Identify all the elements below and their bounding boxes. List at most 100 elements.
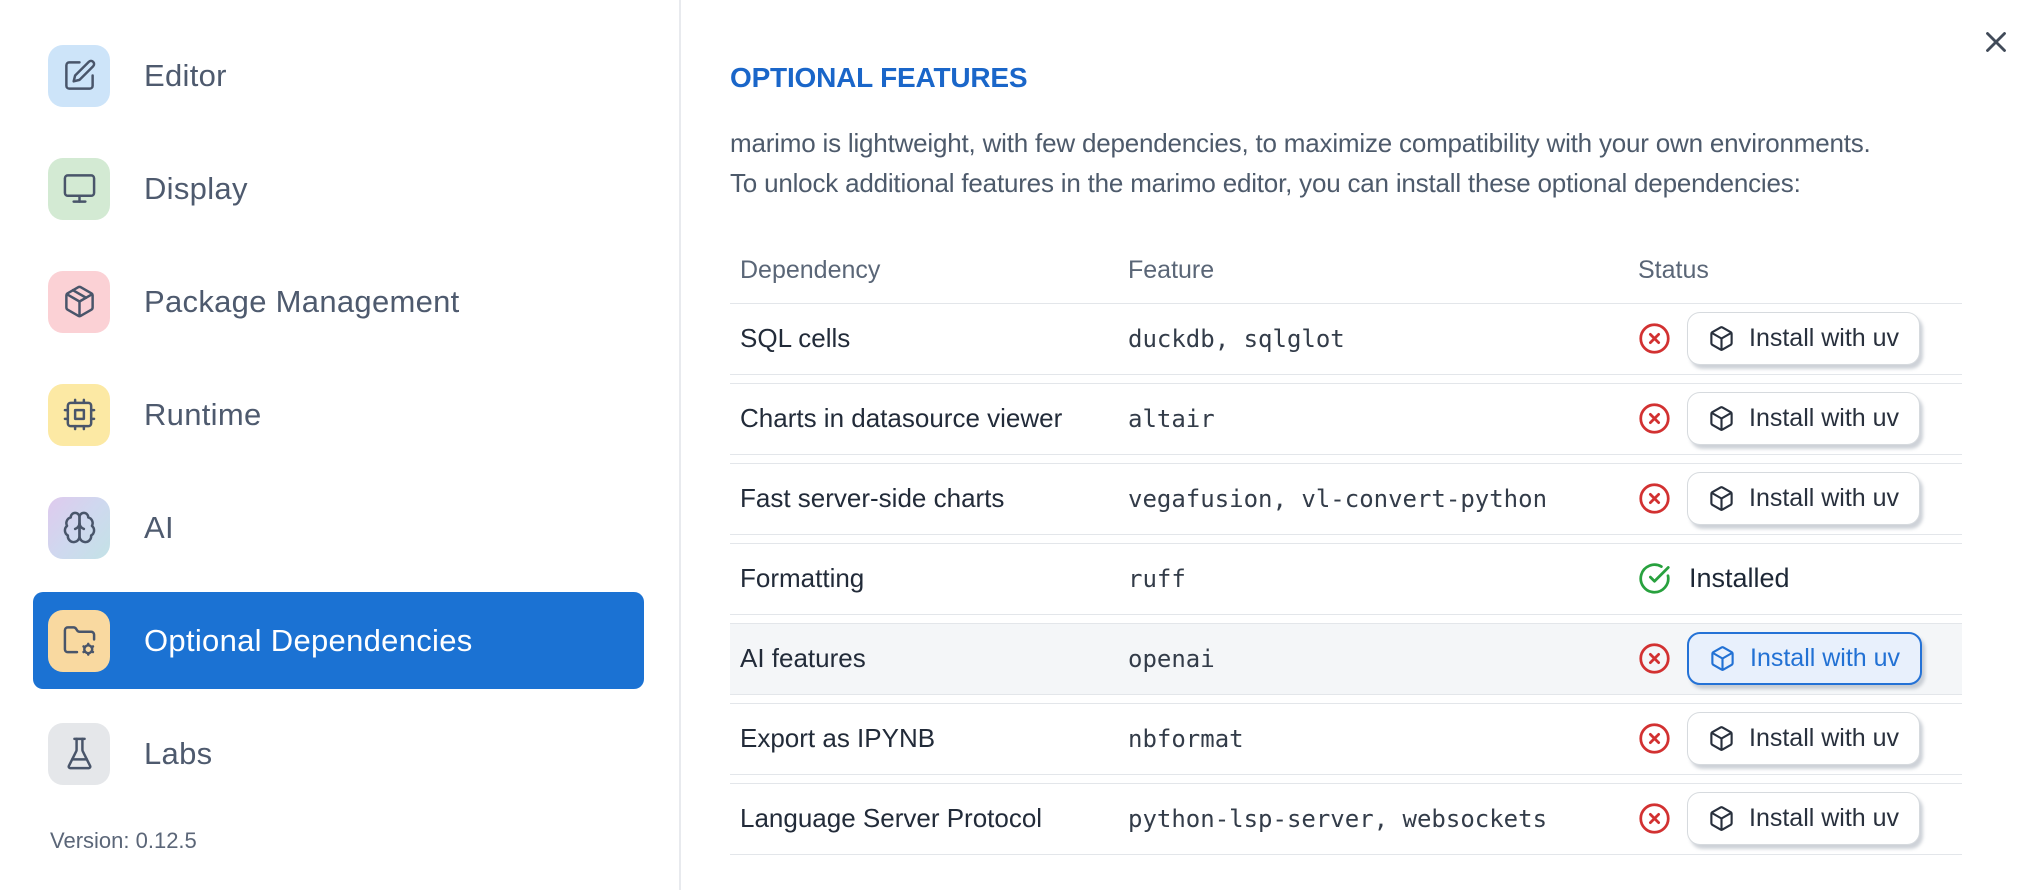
status-not-installed-icon bbox=[1638, 402, 1671, 435]
sidebar-item-label: AI bbox=[144, 509, 174, 545]
square-pen-icon bbox=[64, 59, 95, 90]
sidebar-item-label: Optional Dependencies bbox=[144, 622, 473, 658]
install-with-uv-button[interactable]: Install with uv bbox=[1687, 312, 1921, 366]
table-body: SQL cells duckdb, sqlglot Install with u… bbox=[730, 302, 1962, 855]
table-row: Formatting ruff Installed bbox=[730, 542, 1962, 615]
status-not-installed-icon bbox=[1638, 802, 1671, 835]
box-icon bbox=[1710, 726, 1733, 752]
install-button-label: Install with uv bbox=[1749, 404, 1900, 433]
table-row: Export as IPYNB nbformat Install with uv bbox=[730, 702, 1962, 775]
dependency-cell: AI features bbox=[740, 643, 866, 674]
sidebar-item-runtime[interactable]: Runtime bbox=[33, 366, 644, 463]
status-cell: Install with uv bbox=[1638, 312, 1962, 366]
dependency-cell: Formatting bbox=[740, 563, 865, 594]
circle-x-icon bbox=[1639, 803, 1670, 834]
sidebar-item-labs[interactable]: Labs bbox=[33, 705, 644, 802]
circle-x-icon bbox=[1639, 643, 1670, 674]
sidebar-item-label: Package Management bbox=[144, 283, 460, 319]
monitor-icon-container bbox=[48, 157, 110, 220]
close-icon[interactable] bbox=[1978, 24, 2014, 60]
circle-x-icon bbox=[1639, 323, 1670, 354]
sidebar-item-editor[interactable]: Editor bbox=[33, 27, 644, 124]
install-button-label: Install with uv bbox=[1750, 644, 1901, 673]
install-with-uv-button[interactable]: Install with uv bbox=[1687, 632, 1923, 686]
sidebar-item-display[interactable]: Display bbox=[33, 140, 644, 237]
feature-cell: python-lsp-server, websockets bbox=[1128, 804, 1548, 833]
status-installed-icon bbox=[1638, 562, 1671, 595]
install-button-label: Install with uv bbox=[1749, 724, 1900, 753]
package-icon bbox=[64, 285, 94, 318]
dependency-cell: Charts in datasource viewer bbox=[740, 403, 1063, 434]
sidebar-item-label: Display bbox=[144, 170, 248, 206]
circle-x-icon bbox=[1639, 723, 1670, 754]
table-row: Fast server-side charts vegafusion, vl-c… bbox=[730, 462, 1962, 535]
feature-cell: altair bbox=[1128, 404, 1215, 433]
feature-cell: openai bbox=[1128, 644, 1215, 673]
sidebar-item-ai[interactable]: AI bbox=[33, 479, 644, 576]
dependencies-table: Dependency Feature Status SQL cells duck… bbox=[730, 239, 1962, 855]
monitor-icon bbox=[63, 174, 95, 203]
sidebar-item-label: Runtime bbox=[144, 396, 262, 432]
feature-cell: nbformat bbox=[1128, 724, 1244, 753]
install-with-uv-button[interactable]: Install with uv bbox=[1687, 792, 1921, 846]
box-icon bbox=[1711, 646, 1734, 672]
column-header-feature: Feature bbox=[1128, 256, 1215, 285]
cpu-icon bbox=[63, 398, 95, 431]
sidebar-item-optional-dependencies[interactable]: Optional Dependencies bbox=[33, 592, 644, 689]
table-row: Language Server Protocol python-lsp-serv… bbox=[730, 782, 1962, 855]
settings-sidebar: Editor Display Package Management Runtim… bbox=[0, 0, 681, 890]
brain-icon-container bbox=[48, 496, 110, 559]
square-pen-icon-container bbox=[48, 44, 110, 107]
version-label: Version: 0.12.5 bbox=[50, 828, 197, 853]
status-not-installed-icon bbox=[1638, 482, 1671, 515]
install-with-uv-button[interactable]: Install with uv bbox=[1687, 712, 1921, 766]
sidebar-item-package-management[interactable]: Package Management bbox=[33, 253, 644, 350]
feature-cell: vegafusion, vl-convert-python bbox=[1128, 484, 1548, 513]
install-button-label: Install with uv bbox=[1749, 484, 1900, 513]
table-row: SQL cells duckdb, sqlglot Install with u… bbox=[730, 302, 1962, 375]
status-cell: Installed bbox=[1638, 562, 1962, 595]
circle-check-icon bbox=[1639, 563, 1670, 594]
box-icon bbox=[1710, 406, 1733, 432]
feature-cell: duckdb, sqlglot bbox=[1128, 324, 1345, 353]
box-icon bbox=[1710, 326, 1733, 352]
install-with-uv-button[interactable]: Install with uv bbox=[1687, 472, 1921, 526]
install-with-uv-button[interactable]: Install with uv bbox=[1687, 392, 1921, 446]
flask-icon-container bbox=[48, 722, 110, 785]
cpu-icon-container bbox=[48, 383, 110, 446]
column-header-dependency: Dependency bbox=[740, 256, 881, 285]
package-icon-container bbox=[48, 270, 110, 333]
dependency-cell: SQL cells bbox=[740, 323, 851, 354]
install-button-label: Install with uv bbox=[1749, 804, 1900, 833]
box-icon bbox=[1710, 486, 1733, 512]
status-cell: Install with uv bbox=[1638, 472, 1962, 526]
folder-cog-icon bbox=[63, 626, 95, 656]
circle-x-icon bbox=[1639, 483, 1670, 514]
brain-icon bbox=[63, 511, 95, 544]
optional-features-panel: OPTIONAL FEATURES marimo is lightweight,… bbox=[682, 0, 2042, 890]
status-not-installed-icon bbox=[1638, 722, 1671, 755]
sidebar-item-label: Editor bbox=[144, 57, 227, 93]
feature-cell: ruff bbox=[1128, 564, 1186, 593]
status-cell: Install with uv bbox=[1638, 712, 1962, 766]
dependency-cell: Export as IPYNB bbox=[740, 723, 936, 754]
table-row: AI features openai Install with uv bbox=[730, 622, 1962, 695]
flask-icon bbox=[67, 737, 91, 770]
table-row: Charts in datasource viewer altair Insta… bbox=[730, 382, 1962, 455]
optional-dependencies-settings-dialog: { "sidebar": { "items": [ {"label": "Edi… bbox=[0, 0, 2042, 890]
status-cell: Install with uv bbox=[1638, 792, 1962, 846]
sidebar-nav-list: Editor Display Package Management Runtim… bbox=[0, 27, 679, 802]
installed-label: Installed bbox=[1689, 563, 1790, 594]
description-line-1: marimo is lightweight, with few dependen… bbox=[730, 127, 1871, 158]
box-icon bbox=[1710, 806, 1733, 832]
sidebar-item-label: Labs bbox=[144, 735, 213, 771]
circle-x-icon bbox=[1639, 403, 1670, 434]
dependency-cell: Language Server Protocol bbox=[740, 803, 1043, 834]
column-header-status: Status bbox=[1638, 256, 1709, 285]
panel-description: marimo is lightweight, with few dependen… bbox=[730, 123, 1962, 203]
dependency-cell: Fast server-side charts bbox=[740, 483, 1005, 514]
install-button-label: Install with uv bbox=[1749, 324, 1900, 353]
status-not-installed-icon bbox=[1638, 642, 1671, 675]
status-cell: Install with uv bbox=[1638, 632, 1962, 686]
description-line-2: To unlock additional features in the mar… bbox=[730, 167, 1801, 198]
